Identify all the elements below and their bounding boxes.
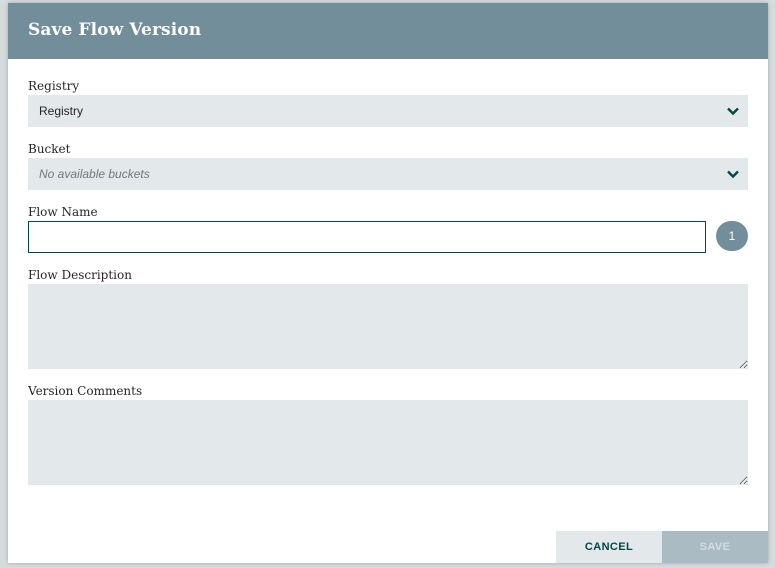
registry-selected-value: Registry bbox=[39, 104, 84, 118]
version-comments-label: Version Comments bbox=[28, 384, 143, 398]
flow-name-input[interactable] bbox=[28, 221, 706, 253]
version-badge: 1 bbox=[716, 221, 748, 251]
flow-description-textarea[interactable] bbox=[28, 284, 748, 369]
bucket-selected-value: No available buckets bbox=[39, 167, 150, 181]
chevron-down-icon bbox=[727, 170, 739, 179]
flow-name-label: Flow Name bbox=[28, 205, 98, 219]
save-flow-version-dialog: Save Flow Version Registry Registry Buck… bbox=[8, 3, 768, 563]
save-button[interactable]: SAVE bbox=[662, 531, 768, 563]
registry-select[interactable]: Registry bbox=[28, 95, 748, 127]
version-comments-textarea[interactable] bbox=[28, 400, 748, 485]
registry-label: Registry bbox=[28, 79, 80, 93]
dialog-header: Save Flow Version bbox=[8, 3, 768, 59]
flow-description-label: Flow Description bbox=[28, 268, 132, 282]
bucket-label: Bucket bbox=[28, 142, 71, 156]
cancel-button[interactable]: CANCEL bbox=[556, 531, 662, 563]
bucket-select[interactable]: No available buckets bbox=[28, 158, 748, 190]
dialog-title: Save Flow Version bbox=[28, 20, 202, 40]
chevron-down-icon bbox=[727, 107, 739, 116]
